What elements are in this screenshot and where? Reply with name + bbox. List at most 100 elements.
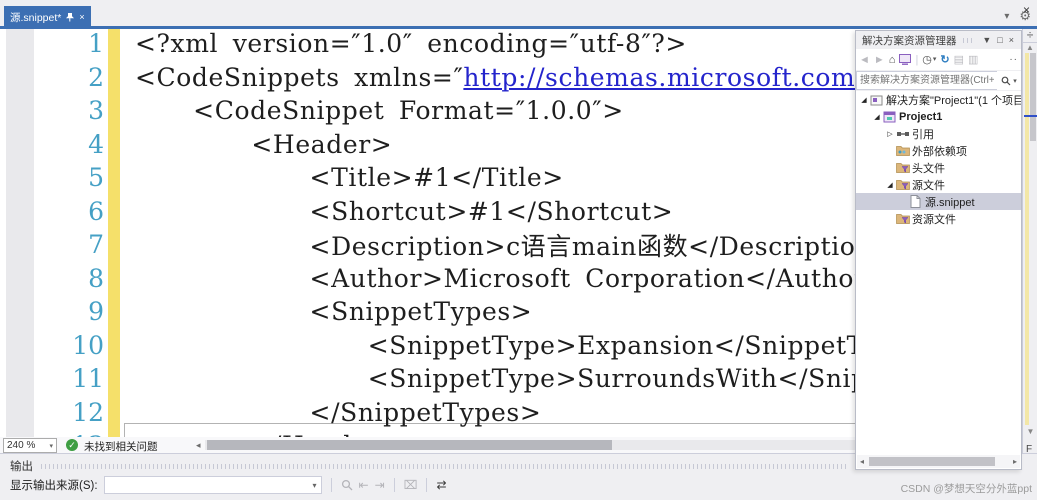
line-number: 2: [0, 63, 104, 92]
chevron-down-icon: ▾: [933, 53, 937, 67]
line-number: 12: [0, 398, 104, 427]
tree-item--[interactable]: 资源文件: [856, 210, 1021, 227]
sync-with-active-document-icon[interactable]: ↻: [940, 53, 949, 67]
code-text: <Shortcut>#1</Shortcut>: [104, 197, 673, 226]
editor-vertical-scrollbar[interactable]: ÷ ▲ ▼: [1022, 29, 1037, 453]
folder-filter-icon: [895, 162, 910, 173]
switch-views-icon[interactable]: [899, 54, 911, 65]
forward-icon[interactable]: ►: [874, 53, 885, 67]
code-text: <Description>c语言main函数</Description>: [104, 227, 894, 263]
toolbar-overflow-icon[interactable]: ··: [1009, 54, 1018, 65]
tree-item-label: 外部依赖项: [910, 143, 967, 159]
goto-next-message-icon[interactable]: ⇥: [375, 478, 385, 492]
code-text: <?xml version=″1.0″ encoding=″utf-8″?>: [104, 29, 687, 58]
horizontal-scroll-thumb[interactable]: [869, 457, 995, 466]
tree-item--[interactable]: ◢源文件: [856, 176, 1021, 193]
expander-icon[interactable]: ◢: [859, 96, 869, 104]
clear-all-icon[interactable]: ⌧: [404, 478, 418, 492]
tab-bar: 源.snippet* × ▾ ⚙: [0, 0, 1037, 29]
horizontal-scroll-thumb[interactable]: [207, 440, 612, 450]
line-number: 7: [0, 230, 104, 259]
toolbar-separator: [394, 478, 395, 492]
tree-item-label: 解决方案"Project1"(1 个项目/共 1: [884, 92, 1021, 108]
scroll-up-icon[interactable]: ▲: [1023, 43, 1037, 53]
search-icon: [1001, 76, 1011, 86]
editor-split-grip-icon[interactable]: ÷: [1023, 29, 1037, 43]
window-position-menu-icon[interactable]: ▼: [979, 35, 994, 45]
output-toolbar: 显示输出来源(S): ▾ ⇤ ⇥ ⌧ ⇄: [10, 476, 447, 494]
line-number: 13: [0, 431, 104, 437]
search-input[interactable]: [856, 71, 997, 90]
maximize-icon[interactable]: □: [994, 35, 1005, 45]
pending-changes-filter-icon[interactable]: ◷: [922, 53, 932, 67]
properties-icon[interactable]: ▤: [954, 53, 964, 67]
expander-icon[interactable]: ▷: [885, 130, 895, 138]
tree-item--[interactable]: 外部依赖项: [856, 142, 1021, 159]
editor-horizontal-scrollbar[interactable]: [205, 440, 855, 450]
code-text: <Title>#1</Title>: [104, 163, 564, 192]
expander-icon[interactable]: ◢: [885, 181, 895, 189]
folder-filter-icon: [895, 179, 910, 190]
tree-item-label: 资源文件: [910, 211, 956, 227]
search-options-button[interactable]: ▾: [997, 76, 1021, 86]
line-number: 10: [0, 331, 104, 360]
close-icon[interactable]: ×: [1006, 35, 1017, 45]
line-number: 11: [0, 364, 104, 393]
output-close-icon[interactable]: ×: [1023, 3, 1030, 17]
pin-icon[interactable]: [66, 13, 74, 22]
tree-item-label: 引用: [910, 126, 934, 142]
code-text: </Header>: [104, 431, 401, 437]
code-text: <Author>Microsoft Corporation</Author>: [104, 264, 888, 293]
find-message-icon[interactable]: [341, 479, 353, 491]
goto-previous-message-icon[interactable]: ⇤: [359, 478, 369, 492]
document-icon: [908, 195, 923, 208]
scroll-right-icon[interactable]: ▸: [1010, 457, 1020, 466]
scroll-down-icon[interactable]: ▼: [1023, 427, 1037, 437]
solution-explorer-panel: 解决方案资源管理器 ▼ □ × ◄ ► ⌂ | ◷ ▾ ↻ ▤ ▥ ·· ▾ ◢…: [855, 30, 1022, 470]
tree-item--project1-1-1[interactable]: ◢ 解决方案"Project1"(1 个项目/共 1: [856, 91, 1021, 108]
tree-item-label: 源.snippet: [923, 194, 975, 210]
tree-item-project1[interactable]: ◢Project1: [856, 108, 1021, 125]
zoom-level-value: 240 %: [7, 440, 35, 451]
chevron-down-icon: ▾: [313, 481, 317, 490]
solution-explorer-search-row: ▾: [856, 71, 1021, 91]
document-health-check-icon[interactable]: ✓: [66, 439, 78, 451]
zoom-level-dropdown[interactable]: 240 % ▾: [3, 438, 57, 453]
code-text: <SnippetType>Expansion</SnippetType>: [104, 331, 932, 360]
panel-grip-texture: [41, 464, 847, 469]
line-number: 4: [0, 130, 104, 159]
toggle-word-wrap-icon[interactable]: ⇄: [436, 478, 446, 492]
scroll-left-icon[interactable]: ◂: [857, 457, 867, 466]
watermark: CSDN @梦想天空分外蓝ppt: [901, 481, 1032, 496]
scrollbar-caret-marker: [1024, 115, 1037, 117]
solution-explorer-titlebar[interactable]: 解决方案资源管理器 ▼ □ ×: [856, 31, 1021, 49]
tree-item--[interactable]: ▷ 引用: [856, 125, 1021, 142]
output-source-label: 显示输出来源(S):: [10, 477, 98, 493]
solution-icon: [869, 94, 884, 106]
output-source-dropdown[interactable]: ▾: [104, 476, 322, 494]
code-text: <SnippetTypes>: [104, 297, 532, 326]
scroll-left-icon[interactable]: ◂: [196, 440, 201, 451]
tree-item--[interactable]: 头文件: [856, 159, 1021, 176]
references-icon: [895, 129, 910, 139]
line-number: 8: [0, 264, 104, 293]
tree-item-label: 头文件: [910, 160, 945, 176]
home-icon[interactable]: ⌂: [889, 53, 896, 67]
toolbar-separator: [426, 478, 427, 492]
vertical-scroll-track[interactable]: ▼: [1023, 53, 1037, 425]
line-number: 5: [0, 163, 104, 192]
vertical-scroll-thumb[interactable]: [1030, 53, 1036, 141]
toolbar-separator: [331, 478, 332, 492]
code-text: </SnippetTypes>: [104, 398, 541, 427]
output-panel-title: 输出: [10, 458, 33, 474]
expander-icon[interactable]: ◢: [872, 113, 882, 121]
tab-close-icon[interactable]: ×: [79, 13, 84, 22]
show-all-files-icon[interactable]: ▥: [968, 53, 978, 67]
solution-explorer-horizontal-scrollbar[interactable]: ◂ ▸: [857, 455, 1020, 468]
line-number: 9: [0, 297, 104, 326]
tree-item--snippet[interactable]: 源.snippet: [856, 193, 1021, 210]
back-icon[interactable]: ◄: [859, 53, 870, 67]
code-text: <Header>: [104, 130, 392, 159]
text-fragment: F: [1026, 444, 1032, 455]
chevron-down-icon[interactable]: ▾: [1004, 11, 1009, 22]
